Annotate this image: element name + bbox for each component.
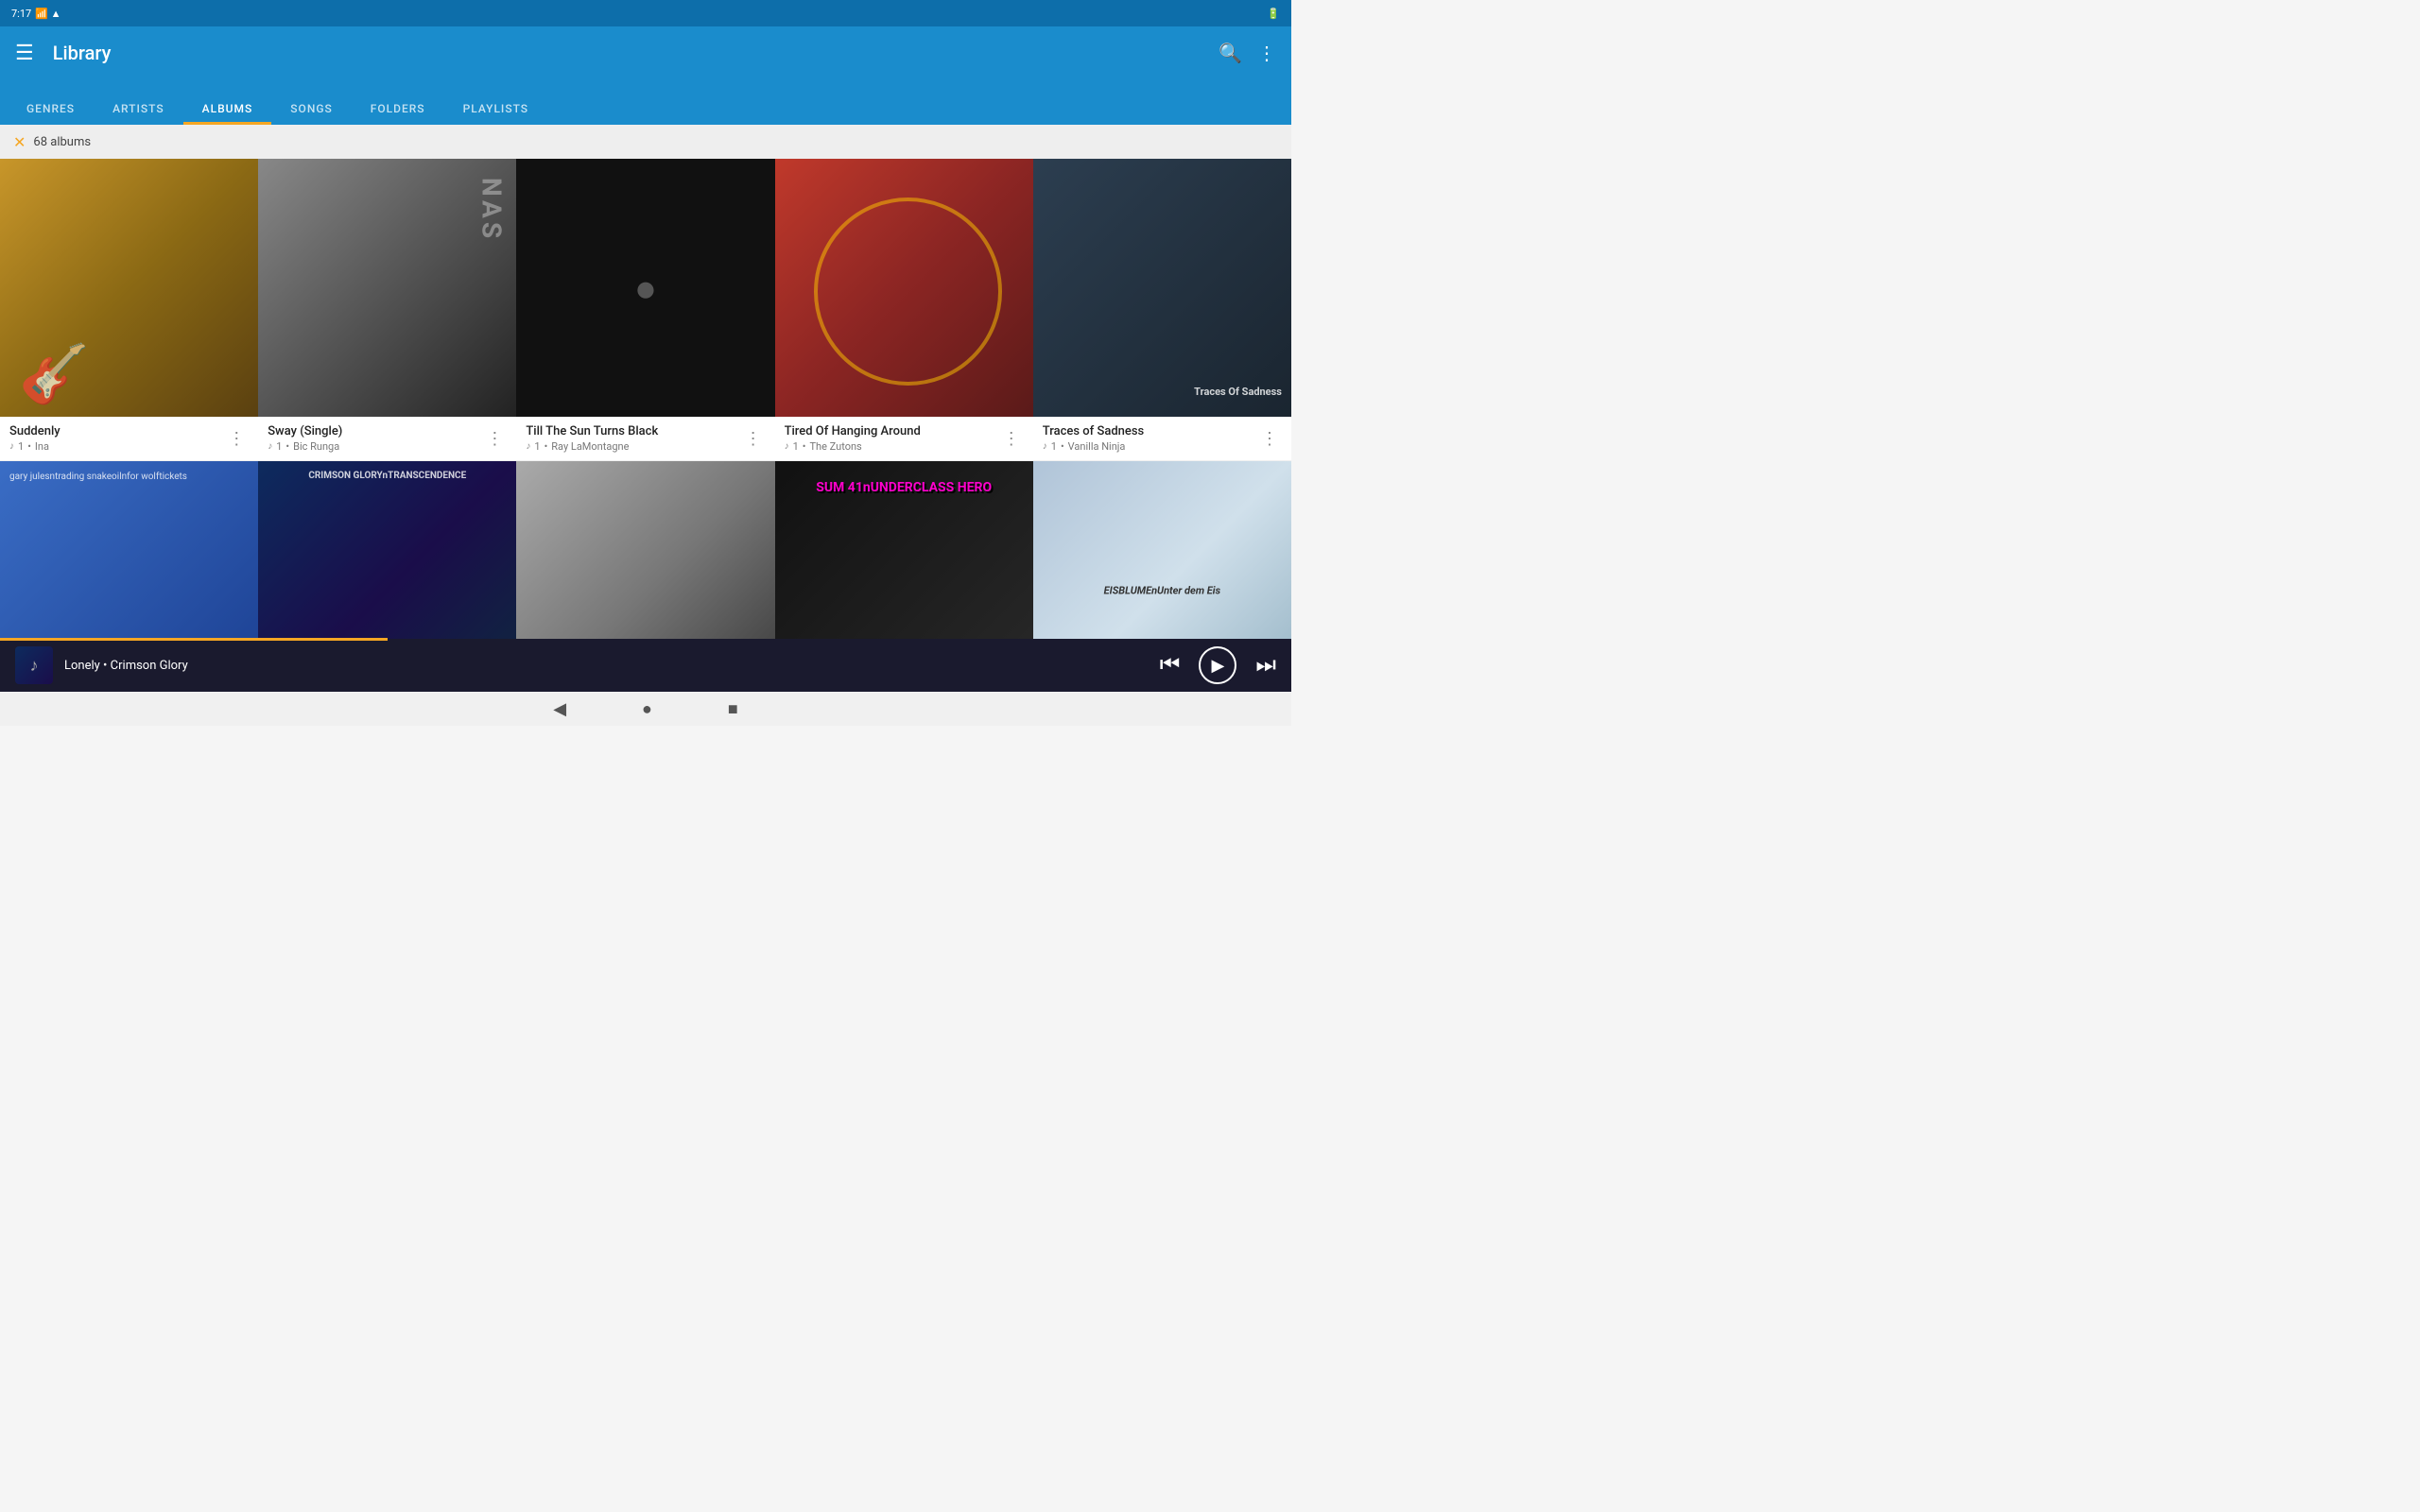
album-cover-tired bbox=[775, 159, 1033, 417]
album-meta-suddenly: ♪ 1 • Ina bbox=[9, 440, 224, 453]
album-info-suddenly: Suddenly ♪ 1 • Ina ⋮ bbox=[0, 417, 258, 460]
album-item-suddenly[interactable]: Suddenly ♪ 1 • Ina ⋮ bbox=[0, 159, 258, 461]
home-button[interactable]: ● bbox=[642, 699, 652, 719]
albums-grid: Suddenly ♪ 1 • Ina ⋮ Sway (Single) ♪ 1 •… bbox=[0, 159, 1291, 673]
album-meta-sway: ♪ 1 • Bic Runga bbox=[268, 440, 482, 453]
now-playing-thumbnail: ♪ bbox=[15, 646, 53, 684]
now-playing-title: Lonely • Crimson Glory bbox=[64, 659, 1149, 673]
album-info-traces: Traces of Sadness ♪ 1 • Vanilla Ninja ⋮ bbox=[1033, 417, 1291, 460]
app-bar: ☰ Library 🔍 ⋮ bbox=[0, 26, 1291, 79]
tab-artists[interactable]: ARTISTS bbox=[94, 102, 183, 125]
back-button[interactable]: ◀ bbox=[553, 699, 566, 719]
album-cover-suddenly bbox=[0, 159, 258, 417]
status-icons: 📶 ▲ bbox=[35, 8, 60, 20]
status-right: 🔋 bbox=[1267, 8, 1280, 20]
album-cover-traces bbox=[1033, 159, 1291, 417]
album-more-tired[interactable]: ⋮ bbox=[999, 425, 1024, 453]
now-playing-text: Lonely • Crimson Glory bbox=[64, 659, 1149, 673]
tab-albums[interactable]: ALBUMS bbox=[183, 102, 272, 125]
album-info-sway: Sway (Single) ♪ 1 • Bic Runga ⋮ bbox=[258, 417, 516, 460]
album-more-suddenly[interactable]: ⋮ bbox=[224, 425, 249, 453]
status-time: 7:17 bbox=[11, 8, 31, 20]
song-progress-bar[interactable] bbox=[0, 638, 388, 641]
tab-folders[interactable]: FOLDERS bbox=[352, 102, 444, 125]
album-title-till: Till The Sun Turns Black bbox=[526, 424, 740, 438]
album-title-tired: Tired Of Hanging Around bbox=[785, 424, 999, 438]
prev-button[interactable]: ⏮ bbox=[1160, 652, 1181, 679]
play-button[interactable]: ▶ bbox=[1199, 646, 1236, 684]
menu-icon[interactable]: ☰ bbox=[15, 42, 34, 65]
album-item-sway[interactable]: Sway (Single) ♪ 1 • Bic Runga ⋮ bbox=[258, 159, 516, 461]
app-bar-actions: 🔍 ⋮ bbox=[1219, 42, 1276, 64]
recents-button[interactable]: ■ bbox=[728, 699, 738, 719]
album-info-till: Till The Sun Turns Black ♪ 1 • Ray LaMon… bbox=[516, 417, 774, 460]
nav-bar: ◀ ● ■ bbox=[0, 692, 1291, 726]
battery-icon: 🔋 bbox=[1267, 8, 1280, 20]
album-item-till[interactable]: Till The Sun Turns Black ♪ 1 • Ray LaMon… bbox=[516, 159, 774, 461]
more-icon[interactable]: ⋮ bbox=[1257, 42, 1276, 64]
player-controls: ⏮ ▶ ⏭ bbox=[1160, 646, 1276, 684]
album-meta-tired: ♪ 1 • The Zutons bbox=[785, 440, 999, 453]
count-bar: ✕ 68 albums bbox=[0, 125, 1291, 159]
app-title: Library bbox=[53, 42, 1219, 64]
album-meta-traces: ♪ 1 • Vanilla Ninja bbox=[1043, 440, 1257, 453]
search-icon[interactable]: 🔍 bbox=[1219, 42, 1242, 64]
album-item-traces[interactable]: Traces of Sadness ♪ 1 • Vanilla Ninja ⋮ bbox=[1033, 159, 1291, 461]
tab-playlists[interactable]: PLAYLISTS bbox=[444, 102, 548, 125]
album-cover-till bbox=[516, 159, 774, 417]
tab-songs[interactable]: SONGS bbox=[271, 102, 352, 125]
album-more-sway[interactable]: ⋮ bbox=[482, 425, 507, 453]
album-item-tired[interactable]: Tired Of Hanging Around ♪ 1 • The Zutons… bbox=[775, 159, 1033, 461]
album-more-till[interactable]: ⋮ bbox=[741, 425, 766, 453]
now-playing-bar: ♪ Lonely • Crimson Glory ⏮ ▶ ⏭ bbox=[0, 639, 1291, 692]
album-title-sway: Sway (Single) bbox=[268, 424, 482, 438]
album-cover-sway bbox=[258, 159, 516, 417]
next-button[interactable]: ⏭ bbox=[1255, 652, 1276, 679]
album-meta-till: ♪ 1 • Ray LaMontagne bbox=[526, 440, 740, 453]
album-title-suddenly: Suddenly bbox=[9, 424, 224, 438]
album-more-traces[interactable]: ⋮ bbox=[1257, 425, 1282, 453]
album-title-traces: Traces of Sadness bbox=[1043, 424, 1257, 438]
album-count: 68 albums bbox=[33, 135, 91, 149]
tabs: GENRES ARTISTS ALBUMS SONGS FOLDERS PLAY… bbox=[0, 79, 1291, 125]
album-info-tired: Tired Of Hanging Around ♪ 1 • The Zutons… bbox=[775, 417, 1033, 460]
status-bar: 7:17 📶 ▲ 🔋 bbox=[0, 0, 1291, 26]
shuffle-icon[interactable]: ✕ bbox=[13, 133, 26, 151]
tab-genres[interactable]: GENRES bbox=[8, 102, 94, 125]
status-left: 7:17 📶 ▲ bbox=[11, 8, 61, 20]
